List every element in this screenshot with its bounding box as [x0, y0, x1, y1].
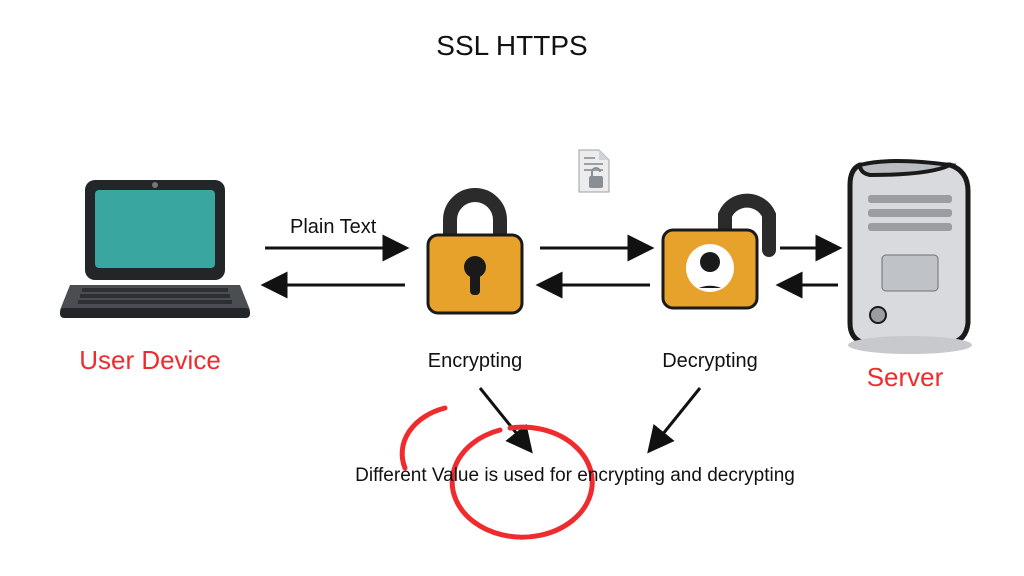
footnote-text: Different Value is used for encrypting a… [355, 465, 795, 487]
diagram-stage: SSL HTTPS User Device Encrypting [0, 0, 1024, 576]
plain-text-label: Plain Text [290, 216, 376, 239]
arrows-layer [0, 0, 1024, 576]
